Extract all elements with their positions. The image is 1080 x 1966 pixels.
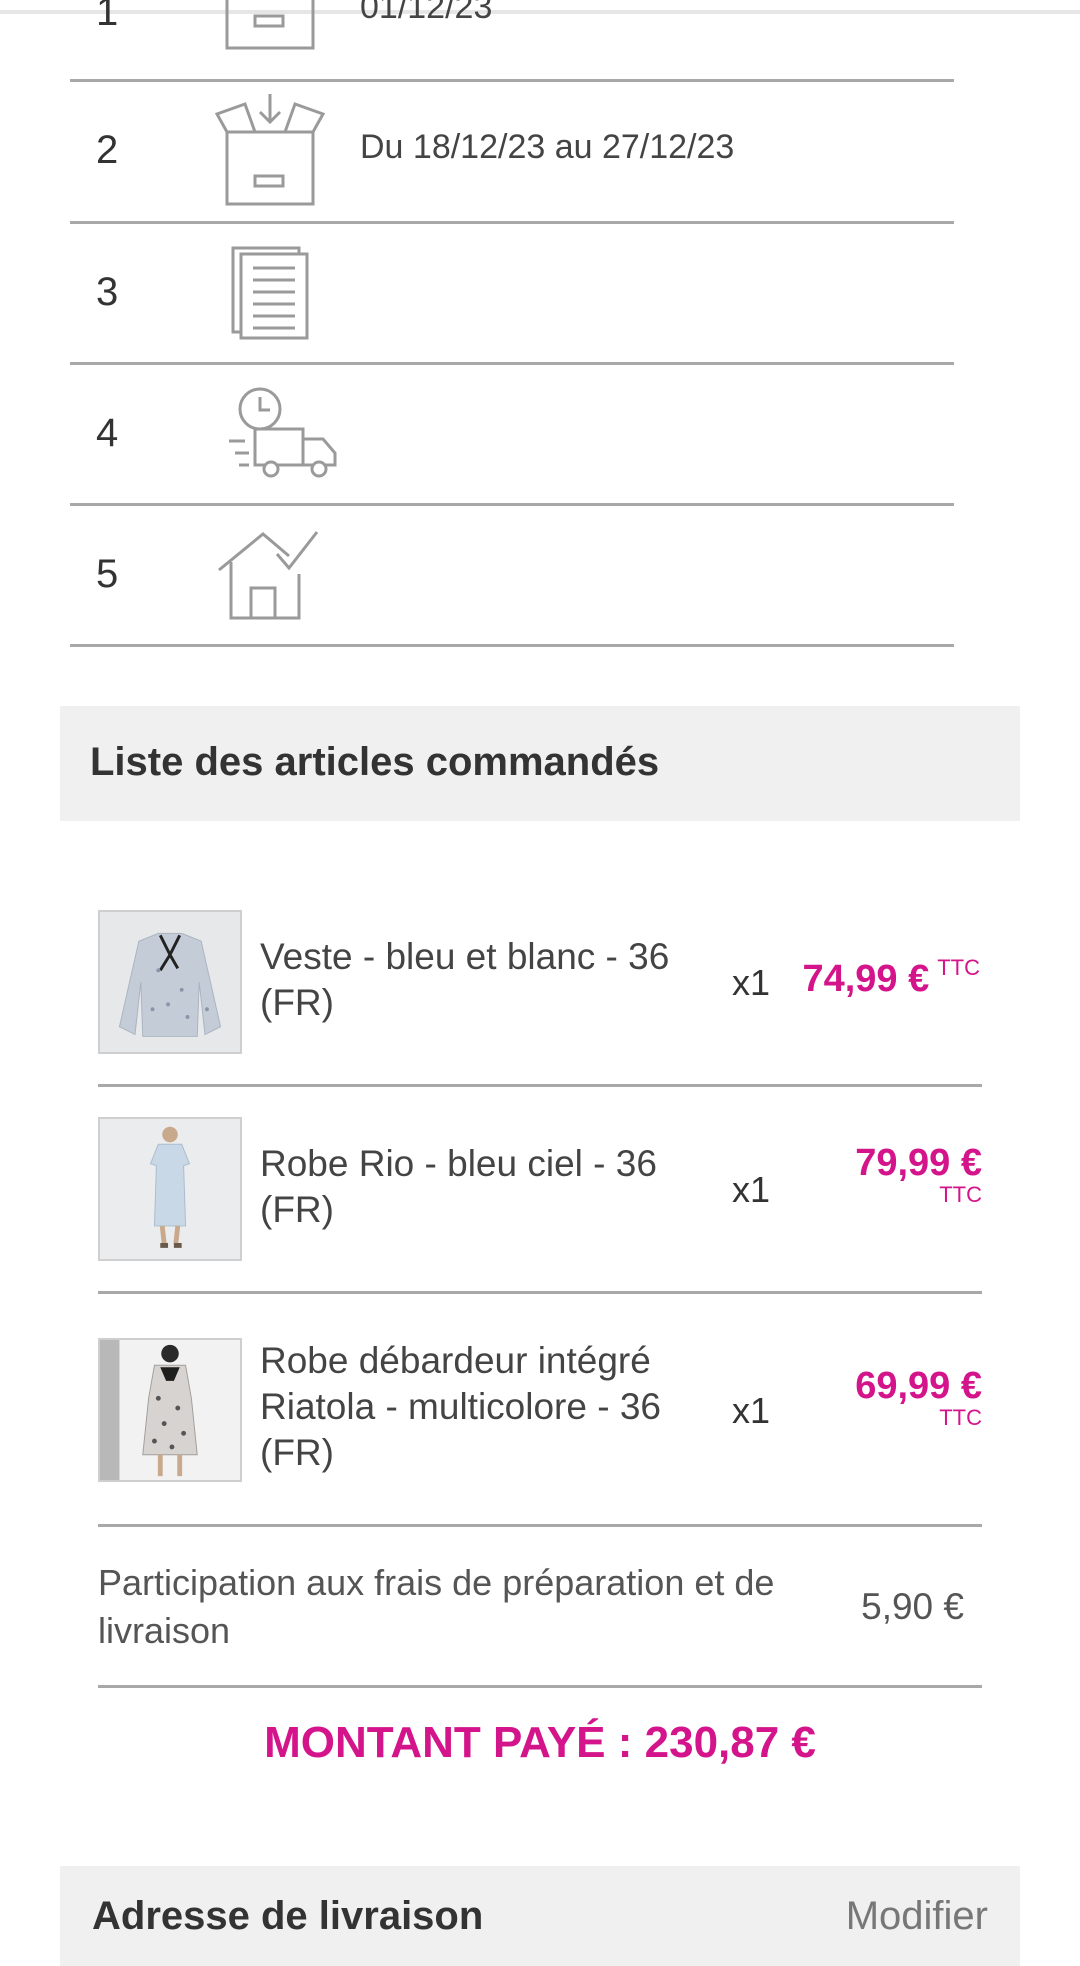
article-price: 74,99 € TTC [802,955,980,1001]
fees-separator [98,1685,982,1688]
article-price: 79,99 € TTC [855,1141,982,1207]
step-date: 01/12/23 [360,0,493,26]
step-number: 3 [96,270,119,314]
article-price: 69,99 € TTC [855,1364,982,1430]
article-item[interactable]: Veste - bleu et blanc - 36 (FR) x1 74,99… [98,910,982,1085]
article-separator [98,1524,982,1527]
price-value: 79,99 € [855,1142,982,1184]
article-quantity: x1 [732,962,771,1003]
tracking-step-5: 5 [70,506,954,647]
tracking-step-1: 1 01/12/23 [70,0,954,82]
articles-section-header: Liste des articles commandés [60,706,1020,821]
fees-value: 5,90 € [861,1586,964,1627]
article-separator [98,1291,982,1294]
article-item[interactable]: Robe Rio - bleu ciel - 36 (FR) x1 79,99 … [98,1117,982,1292]
article-quantity: x1 [732,1169,771,1210]
section-title: Adresse de livraison [92,1894,484,1938]
product-image [98,910,242,1054]
section-title: Liste des articles commandés [90,740,660,784]
tracking-step-2: 2 Du 18/12/23 au 27/12/23 [70,82,954,224]
tracking-step-4: 4 [70,365,954,506]
box-icon [215,0,325,70]
documents-icon [215,242,325,342]
house-check-icon [215,524,325,624]
ttc-label: TTC [937,955,980,980]
ttc-label: TTC [939,1182,982,1207]
article-name: Robe Rio - bleu ciel - 36 (FR) [260,1143,657,1230]
price-value: 69,99 € [855,1365,982,1407]
product-image [98,1338,242,1482]
total-paid: MONTANT PAYÉ : 230,87 € [264,1718,816,1767]
tracking-step-3: 3 [70,224,954,365]
article-item[interactable]: Robe débardeur intégré Riatola - multico… [98,1338,982,1523]
price-value: 74,99 € [802,958,930,1000]
article-quantity: x1 [732,1390,771,1431]
step-number: 1 [96,0,119,34]
article-name: Robe débardeur intégré Riatola - multico… [260,1340,661,1473]
step-number: 2 [96,128,119,172]
fees-label: Participation aux frais de préparation e… [98,1562,775,1651]
step-number: 4 [96,411,119,455]
article-separator [98,1084,982,1087]
ttc-label: TTC [939,1405,982,1430]
article-name: Veste - bleu et blanc - 36 (FR) [260,936,670,1023]
step-number: 5 [96,552,119,596]
address-section-header: Adresse de livraison Modifier [60,1866,1020,1966]
step-date: Du 18/12/23 au 27/12/23 [360,128,735,166]
product-image [98,1117,242,1261]
box-open-icon [214,92,326,212]
delivery-truck-icon [215,383,345,483]
modify-address-link[interactable]: Modifier [846,1894,988,1939]
